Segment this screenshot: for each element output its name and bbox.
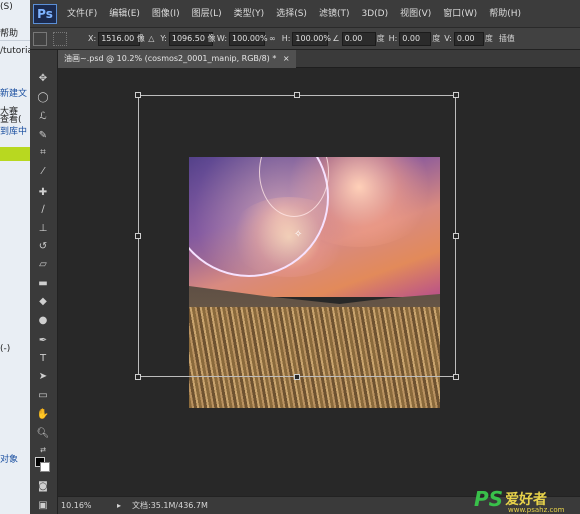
menu-type[interactable]: 类型(Y) — [228, 0, 271, 28]
transform-handle-bottom[interactable] — [294, 374, 300, 380]
angle-field[interactable]: 0.00 — [341, 31, 376, 46]
history-brush-tool-icon[interactable]: ↺ — [34, 240, 52, 254]
transform-handle-top-right[interactable] — [453, 92, 459, 98]
document-tab-title: 油画~.psd @ 10.2% (cosmos2_0001_manip, RGB… — [64, 54, 277, 63]
menu-view[interactable]: 视图(V) — [394, 0, 437, 28]
path-select-tool-icon[interactable]: ➤ — [34, 370, 52, 384]
menu-bar: Ps 文件(F) 编辑(E) 图像(I) 图层(L) 类型(Y) 选择(S) 滤… — [30, 0, 580, 28]
angle-icon: ∠ — [332, 34, 340, 43]
x-field[interactable]: 1516.00 像 — [98, 31, 145, 46]
transform-center-crosshair-icon[interactable]: ✧ — [294, 230, 304, 240]
angle-unit: 度 — [376, 34, 385, 43]
menu-select[interactable]: 选择(S) — [270, 0, 313, 28]
menu-help[interactable]: 帮助(H) — [483, 0, 527, 28]
bg-text-9[interactable]: 对象 — [0, 452, 18, 465]
crop-tool-icon[interactable]: ⌗ — [34, 146, 52, 160]
transform-handle-left[interactable] — [135, 233, 141, 239]
bg-highlight-bar — [0, 147, 30, 161]
x-label: X: — [88, 34, 97, 43]
brush-tool-icon[interactable]: ∕ — [34, 203, 52, 217]
interpolation-label[interactable]: 插值 — [499, 33, 515, 44]
healing-brush-tool-icon[interactable]: ✚ — [34, 186, 52, 200]
marquee-tool-icon[interactable]: ◯ — [34, 91, 52, 105]
clone-stamp-tool-icon[interactable]: ⊥ — [34, 222, 52, 236]
watermark-url: www.psahz.com — [508, 506, 565, 514]
zoom-level[interactable]: 10.16% — [61, 497, 92, 514]
swap-colors-icon[interactable]: ⇄ — [34, 443, 52, 457]
transform-handle-bottom-left[interactable] — [135, 374, 141, 380]
quick-select-tool-icon[interactable]: ✎ — [34, 129, 52, 143]
bg-text-8: (-) — [0, 344, 11, 354]
bg-text-2: 帮助 — [0, 29, 19, 39]
options-bar: X: 1516.00 像 △ Y: 1096.50 像 W: 100.00% ∞… — [30, 28, 580, 50]
delta-icon[interactable] — [73, 32, 81, 46]
eraser-tool-icon[interactable]: ▱ — [34, 258, 52, 272]
toolbox: ✥ ◯ ℒ ✎ ⌗ ⁄ ✚ ∕ ⊥ ↺ ▱ ▬ ◆ ● ✒ T ➤ ▭ ✋ 🔍︎… — [30, 50, 58, 514]
menu-edit[interactable]: 编辑(E) — [103, 0, 146, 28]
menu-image[interactable]: 图像(I) — [146, 0, 186, 28]
hskew-field[interactable]: 0.00 — [399, 31, 432, 46]
background-color-swatch[interactable] — [40, 462, 50, 472]
transform-handle-top-left[interactable] — [135, 92, 141, 98]
pen-tool-icon[interactable]: ✒ — [34, 334, 52, 348]
zoom-tool-icon[interactable]: 🔍︎ — [34, 427, 52, 441]
menu-filter[interactable]: 滤镜(T) — [313, 0, 356, 28]
shape-tool-icon[interactable]: ▭ — [34, 389, 52, 403]
vskew-field[interactable]: 0.00 — [453, 31, 484, 46]
vskew-label: V: — [444, 34, 452, 43]
transform-handle-bottom-right[interactable] — [453, 374, 459, 380]
delta-triangle-icon: △ — [148, 34, 155, 43]
watermark-logo: PS — [474, 487, 504, 511]
transform-handle-right[interactable] — [453, 233, 459, 239]
menu-3d[interactable]: 3D(D) — [355, 0, 394, 28]
watermark: PS 爱好者 www.psahz.com — [474, 484, 580, 514]
vskew-unit: 度 — [484, 34, 493, 43]
w-field[interactable]: 100.00% — [229, 31, 268, 46]
y-field[interactable]: 1096.50 像 — [168, 31, 216, 46]
close-tab-icon[interactable]: × — [283, 54, 290, 63]
link-icon[interactable]: ∞ — [269, 34, 276, 43]
bg-text-7[interactable]: 到库中 — [0, 124, 27, 137]
photoshop-window: (S) 帮助 /tutoria 新建文 大赛 查看( 到库中 (-) 对象 Ps… — [0, 0, 580, 514]
menu-file[interactable]: 文件(F) — [61, 0, 103, 28]
document-tab-bar: 油画~.psd @ 10.2% (cosmos2_0001_manip, RGB… — [58, 50, 580, 68]
h-field[interactable]: 100.00% — [292, 31, 331, 46]
reference-point-icon[interactable] — [53, 31, 67, 46]
h-label: H: — [281, 34, 291, 43]
hand-tool-icon[interactable]: ✋ — [34, 408, 52, 422]
bg-text-4: 新建文 — [0, 89, 28, 99]
y-label: Y: — [160, 34, 167, 43]
document-size: 文档:35.1M/436.7M — [132, 501, 208, 510]
quick-mask-icon[interactable]: ◙ — [34, 480, 52, 494]
dodge-tool-icon[interactable]: ● — [34, 314, 52, 328]
menu-layer[interactable]: 图层(L) — [186, 0, 228, 28]
bg-text-1: (S) — [0, 2, 13, 12]
background-window: (S) 帮助 /tutoria 新建文 大赛 查看( 到库中 (-) 对象 — [0, 0, 30, 514]
photoshop-logo: Ps — [33, 3, 57, 24]
eyedropper-tool-icon[interactable]: ⁄ — [34, 165, 52, 179]
hskew-label: H: — [388, 34, 398, 43]
lasso-tool-icon[interactable]: ℒ — [34, 110, 52, 124]
screen-mode-icon[interactable]: ▣ — [34, 499, 52, 513]
bg-text-3: /tutoria — [0, 46, 30, 56]
move-tool-icon[interactable]: ✥ — [34, 72, 52, 86]
hskew-unit: 度 — [432, 34, 441, 43]
canvas-workspace[interactable]: ✧ — [58, 68, 580, 496]
blur-tool-icon[interactable]: ◆ — [34, 295, 52, 309]
transform-handle-top[interactable] — [294, 92, 300, 98]
gradient-tool-icon[interactable]: ▬ — [34, 277, 52, 291]
type-tool-icon[interactable]: T — [34, 352, 52, 366]
status-arrow-icon[interactable]: ▸ — [117, 497, 121, 514]
w-label: W: — [216, 34, 228, 43]
menu-window[interactable]: 窗口(W) — [437, 0, 483, 28]
move-tool-icon — [33, 31, 47, 46]
document-tab[interactable]: 油画~.psd @ 10.2% (cosmos2_0001_manip, RGB… — [58, 50, 296, 68]
